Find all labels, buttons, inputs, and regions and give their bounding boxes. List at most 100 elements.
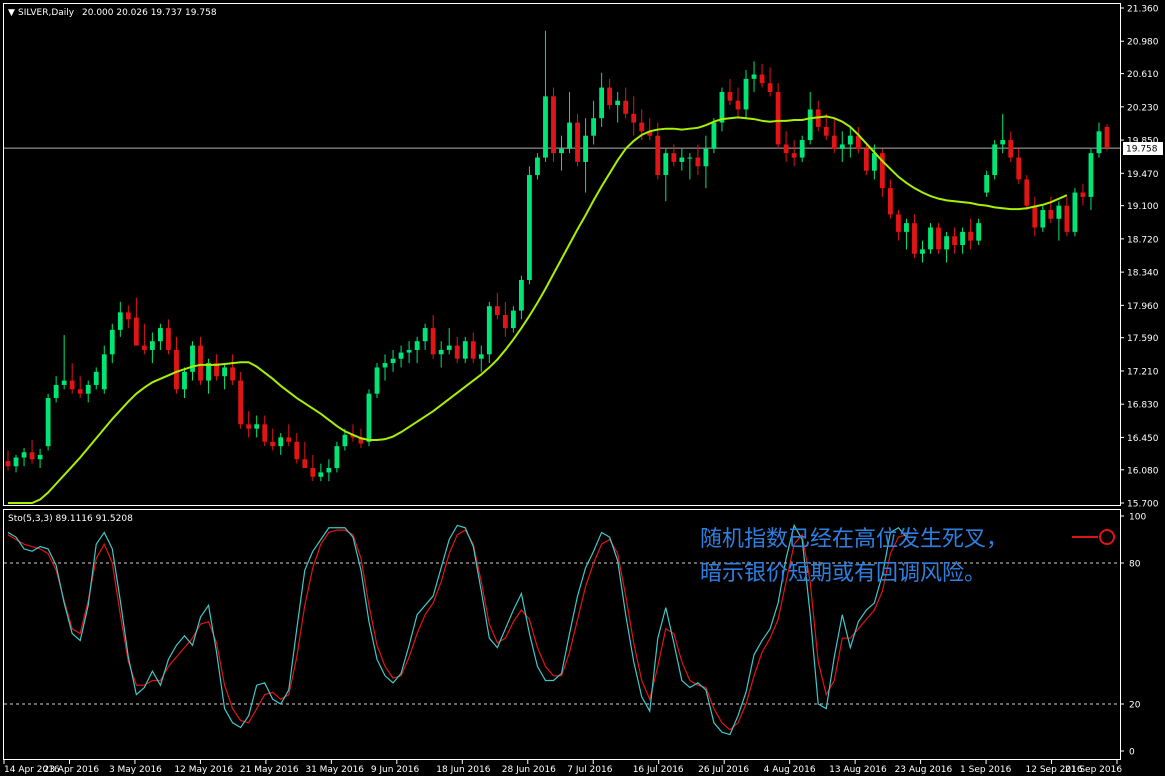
candle-body — [968, 231, 974, 241]
candle-body — [158, 328, 163, 342]
current-price-tag: 19.758 — [1123, 142, 1163, 155]
candle-body — [1032, 205, 1038, 228]
candle — [334, 441, 340, 473]
date-tick-label: 7 Jul 2016 — [567, 765, 612, 775]
dropdown-triangle-icon[interactable]: ▼ — [8, 8, 15, 18]
candle-body — [382, 363, 388, 368]
candle-body — [607, 87, 613, 106]
candle-body — [912, 223, 917, 254]
candle — [527, 166, 532, 285]
candle-body — [671, 153, 677, 162]
candle-body — [543, 96, 548, 158]
candle-body — [695, 157, 701, 167]
candle-body — [1096, 131, 1102, 154]
candle-body — [302, 459, 308, 469]
date-tick-label: 26 Jul 2016 — [698, 765, 749, 775]
candle-body — [735, 100, 741, 110]
candle — [486, 301, 492, 364]
current-price-label: 19.758 — [1126, 145, 1158, 155]
chart-canvas: 21.36020.98020.61020.23019.85019.47019.1… — [0, 0, 1165, 776]
candle-body — [446, 345, 452, 350]
candle-body — [166, 328, 171, 350]
candle-body — [470, 341, 476, 359]
candle-body — [759, 74, 765, 84]
candle-body — [767, 83, 773, 92]
candle-body — [896, 214, 901, 232]
candle-body — [21, 452, 27, 458]
candle-body — [663, 153, 669, 176]
date-tick-label: 1 Sep 2016 — [960, 765, 1012, 775]
price-tick-label: 17.960 — [1127, 302, 1159, 312]
candle — [374, 363, 380, 399]
candle-body — [1104, 126, 1110, 148]
candle — [1024, 175, 1030, 211]
price-tick-label: 16.830 — [1127, 401, 1159, 411]
symbol-label: SILVER,Daily — [18, 8, 75, 18]
candle-body — [559, 148, 564, 154]
candle — [1104, 124, 1110, 151]
candle-body — [342, 434, 348, 447]
candle-body — [791, 153, 797, 158]
candle-body — [61, 380, 67, 385]
candle-body — [623, 100, 629, 114]
candle-body — [270, 441, 276, 447]
candle-body — [655, 135, 661, 176]
stochastic-tick-label: 0 — [1129, 748, 1135, 758]
candle-body — [374, 367, 380, 394]
candle-body — [93, 371, 99, 385]
candle-body — [976, 223, 982, 241]
candle-body — [141, 345, 147, 350]
candle-body — [871, 153, 877, 171]
candle — [775, 83, 781, 149]
price-tick-label: 19.470 — [1127, 170, 1159, 180]
candle-body — [992, 144, 998, 176]
candle-body — [1064, 205, 1070, 232]
candle-body — [1080, 192, 1086, 197]
candle-body — [567, 122, 572, 149]
candle-body — [591, 118, 597, 136]
candle-body — [639, 122, 645, 132]
candle-body — [1048, 210, 1054, 219]
date-tick-label: 31 May 2016 — [305, 765, 364, 775]
candle-body — [575, 122, 580, 162]
candle-body — [847, 135, 853, 145]
candle-body — [1040, 210, 1046, 228]
date-tick-label: 13 Aug 2016 — [829, 765, 887, 775]
candle-body — [783, 144, 789, 154]
date-tick-label: 16 Jul 2016 — [633, 765, 684, 775]
candle-body — [406, 349, 412, 353]
date-tick-label: 28 Jun 2016 — [502, 765, 556, 775]
candle-body — [149, 341, 155, 350]
candle-body — [174, 349, 179, 390]
candle-body — [278, 437, 284, 447]
candle — [551, 87, 556, 162]
date-tick-label: 9 Jun 2016 — [371, 765, 420, 775]
price-tick-label: 17.590 — [1127, 334, 1159, 344]
candle-body — [454, 345, 460, 359]
date-tick-label: 21 May 2016 — [240, 765, 299, 775]
candle-body — [318, 472, 324, 477]
candle-body — [69, 380, 75, 390]
candle-body — [109, 329, 115, 355]
candle-body — [366, 393, 372, 442]
candle-body — [37, 454, 43, 460]
candle-body — [334, 446, 340, 469]
stochastic-tick-label: 80 — [1129, 560, 1141, 570]
annotation-line-1: 随机指数已经在高位发生死叉， — [700, 527, 1008, 552]
candle-body — [326, 468, 332, 473]
candle-body — [1088, 153, 1094, 197]
ohlc-label: 20.000 20.026 19.737 19.758 — [82, 8, 217, 18]
candle-body — [1024, 179, 1030, 206]
date-tick-label: 4 Aug 2016 — [764, 765, 816, 775]
candle-body — [494, 306, 500, 315]
candle-body — [230, 367, 236, 381]
candle-body — [222, 367, 227, 377]
candle-body — [960, 231, 966, 246]
candle-body — [952, 236, 957, 246]
candle-body — [944, 236, 949, 250]
candle-body — [679, 157, 685, 162]
candle-body — [414, 341, 420, 350]
candle-body — [486, 306, 492, 355]
price-tick-label: 21.360 — [1127, 5, 1159, 15]
stochastic-title: Sto(5,3,3) 89.1116 91.5208 — [8, 514, 133, 524]
